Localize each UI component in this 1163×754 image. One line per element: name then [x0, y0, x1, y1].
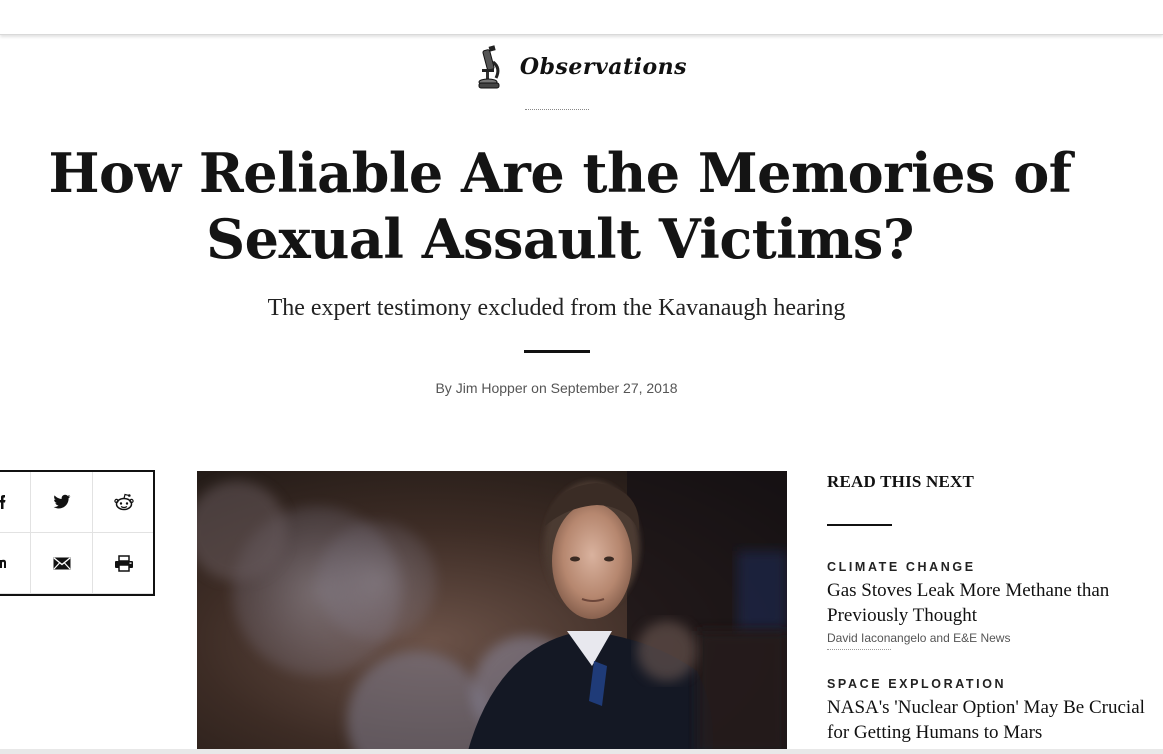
headline-line-1: How Reliable Are the Memories of	[48, 141, 1072, 205]
story-title-line-2[interactable]: Previously Thought	[827, 605, 977, 626]
byline-on: on	[527, 380, 551, 396]
email-icon	[53, 556, 70, 569]
share-twitter-button[interactable]	[31, 472, 93, 533]
byline: By Jim Hopper on September 27, 2018	[40, 380, 1073, 396]
list-item[interactable]: CLIMATE CHANGE Gas Stoves Leak More Meth…	[827, 560, 1157, 650]
divider	[524, 350, 590, 353]
share-toolbar	[0, 470, 155, 596]
story-author: David Iaconangelo and E&E News	[827, 631, 1011, 645]
publish-date: September 27, 2018	[550, 380, 678, 396]
share-linkedin-button[interactable]	[0, 533, 31, 594]
divider	[827, 649, 891, 650]
story-title-link[interactable]: Gas Stoves Leak More Methane than Previo…	[827, 578, 1157, 628]
author-link[interactable]: Jim Hopper	[456, 380, 528, 396]
hero-photo	[197, 471, 787, 754]
list-item[interactable]: SPACE EXPLORATION NASA's 'Nuclear Option…	[827, 677, 1157, 745]
sidebar-title: READ THIS NEXT	[827, 472, 975, 491]
story-category[interactable]: CLIMATE CHANGE	[827, 560, 1157, 574]
headline-line-2: Sexual Assault Victims?	[206, 207, 914, 271]
story-title-line-2[interactable]: for Getting Humans to Mars	[827, 722, 1042, 743]
byline-prefix: By	[435, 380, 456, 396]
reddit-icon	[113, 493, 134, 511]
page-title: How Reliable Are the Memories of Sexual …	[40, 140, 1080, 272]
print-icon	[114, 554, 133, 572]
column-header[interactable]: Observations	[0, 44, 1163, 90]
linkedin-icon	[0, 559, 6, 568]
print-button[interactable]	[93, 533, 153, 594]
story-title-line-1[interactable]: Gas Stoves Leak More Methane than	[827, 580, 1109, 601]
article-subhead: The expert testimony excluded from the K…	[267, 295, 846, 321]
share-facebook-button[interactable]	[0, 472, 31, 533]
column-name[interactable]: Observations	[520, 54, 687, 80]
share-email-button[interactable]	[31, 533, 93, 594]
hero-image	[197, 471, 787, 754]
divider	[525, 109, 589, 110]
divider	[827, 524, 892, 526]
facebook-icon	[0, 495, 6, 509]
microscope-icon	[478, 45, 500, 89]
story-title-line-1[interactable]: NASA's 'Nuclear Option' May Be Crucial	[827, 697, 1145, 718]
bottom-scroll-edge	[0, 749, 1163, 754]
top-navigation-bar	[0, 0, 1163, 35]
story-title-link[interactable]: NASA's 'Nuclear Option' May Be Crucial f…	[827, 695, 1157, 745]
share-reddit-button[interactable]	[93, 472, 153, 533]
read-this-next-sidebar: READ THIS NEXT CLIMATE CHANGE Gas Stoves…	[827, 470, 1157, 743]
twitter-icon	[52, 494, 70, 509]
story-category[interactable]: SPACE EXPLORATION	[827, 677, 1157, 691]
